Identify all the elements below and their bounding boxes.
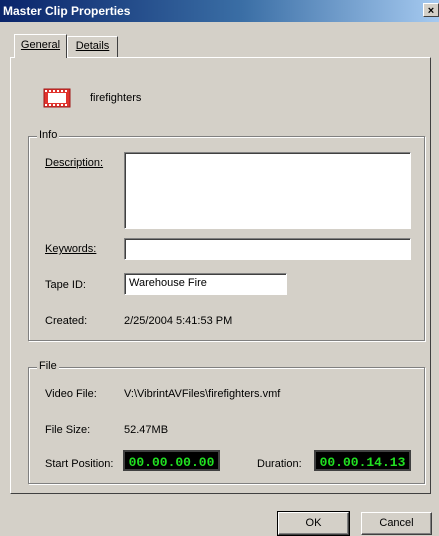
tab-general[interactable]: General [14,34,67,58]
window-title: Master Clip Properties [3,4,131,18]
close-icon: × [427,5,435,17]
keywords-field[interactable] [124,238,411,260]
start-position-timecode: 00.00.00.00 [123,450,220,471]
video-file-value: V:\VibrintAVFiles\firefighters.vmf [124,388,281,400]
tab-details-label: Details [75,40,110,52]
created-value: 2/25/2004 5:41:53 PM [124,315,233,327]
keywords-label: Keywords: [45,243,97,255]
cancel-button[interactable]: Cancel [361,512,432,535]
tab-details[interactable]: Details [67,36,118,57]
description-field[interactable] [124,152,411,229]
video-file-label: Video File: [45,388,97,400]
start-position-label: Start Position: [45,458,114,470]
tab-general-label: General [20,39,61,51]
info-group-title: Info [37,129,60,141]
dialog-footer: OK Cancel [0,494,439,536]
file-group-title: File [37,360,59,372]
duration-label: Duration: [257,458,302,470]
close-button[interactable]: × [423,3,439,17]
ok-button[interactable]: OK [277,511,350,536]
tape-id-field[interactable]: Warehouse Fire [124,273,287,295]
film-clip-icon [43,88,71,108]
duration-timecode: 00.00.14.13 [314,450,411,471]
clip-name: firefighters [90,92,142,104]
file-size-label: File Size: [45,424,91,436]
tape-id-label: Tape ID: [45,279,86,291]
created-label: Created: [45,315,88,327]
title-bar: Master Clip Properties × [0,0,439,22]
file-size-value: 52.47MB [124,424,169,436]
description-label: Description: [45,157,104,169]
